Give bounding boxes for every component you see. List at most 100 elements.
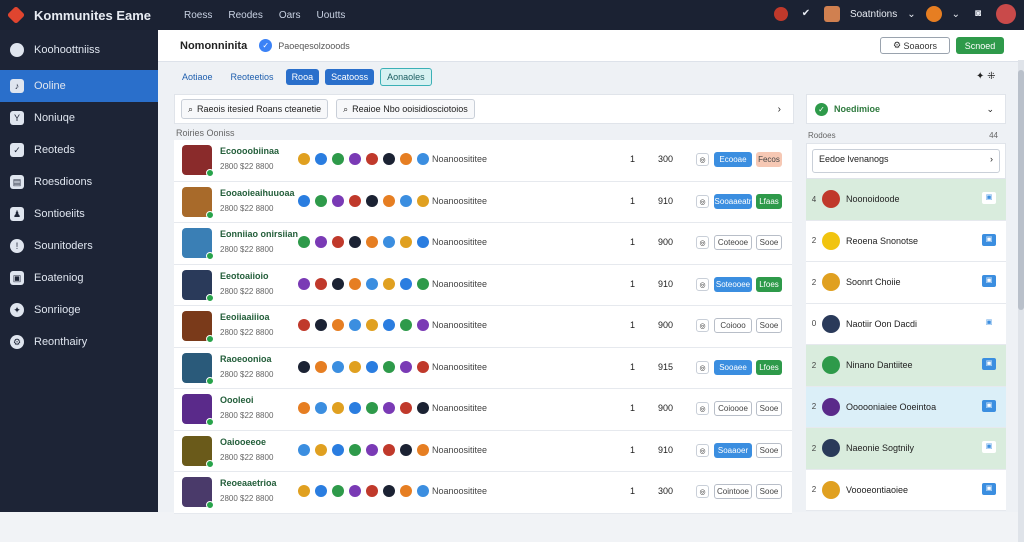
player-name[interactable]: Reoeaaetrioa: [220, 478, 277, 488]
status-icon[interactable]: ◎: [696, 319, 709, 332]
action-button[interactable]: Sooaaeatr: [714, 193, 752, 209]
avatar[interactable]: [182, 352, 214, 385]
secondary-button[interactable]: Sooe: [756, 401, 782, 416]
bird-icon[interactable]: ✔: [798, 6, 814, 22]
secondary-button[interactable]: Sooe: [756, 484, 782, 499]
tab[interactable]: Reoteetios: [225, 69, 280, 85]
action-button[interactable]: Sooaee: [714, 359, 752, 375]
profile-avatar[interactable]: [996, 4, 1016, 24]
action-button[interactable]: Coioooe: [714, 401, 752, 416]
avatar[interactable]: [182, 145, 214, 178]
table-row[interactable]: Oooleoi 2800 $22 8800 Noanoosititee 1 90…: [174, 389, 792, 431]
chevron-right-icon[interactable]: ›: [778, 104, 781, 115]
sidebar-item[interactable]: ✦ Sonriioge: [0, 294, 158, 326]
leaderboard-item[interactable]: 2 Voooeontiaoiee ▣: [806, 469, 1006, 511]
leaderboard-item[interactable]: 4 Noonoidoode ▣: [806, 179, 1006, 221]
avatar[interactable]: [182, 269, 214, 302]
leaderboard-item[interactable]: 2 Soonrt Choiie ▣: [806, 262, 1006, 304]
player-name[interactable]: Eonniiao onirsiian: [220, 229, 298, 239]
pin-icon[interactable]: ✦ ⁜: [976, 71, 996, 82]
status-icon[interactable]: ◎: [696, 194, 709, 208]
player-name[interactable]: Eeoiiaaiiioa: [220, 312, 270, 322]
avatar[interactable]: [182, 186, 214, 219]
secondary-button[interactable]: Sooe: [756, 442, 782, 458]
player-name[interactable]: Raoeoonioa: [220, 354, 272, 364]
sidebar-item[interactable]: ⚙ Reonthairy: [0, 326, 158, 358]
player-name[interactable]: Ecoooobiinaa: [220, 146, 279, 156]
status-icon[interactable]: ◎: [696, 485, 709, 498]
leaderboard-item[interactable]: 0 Naotiir Oon Dacdi ▣: [806, 303, 1006, 345]
status-icon[interactable]: ◎: [696, 277, 709, 291]
player-name[interactable]: Oaiooeeoe: [220, 437, 266, 447]
player-name[interactable]: Eeotoaiioio: [220, 271, 269, 281]
avatar[interactable]: [182, 311, 214, 344]
sidebar-item-online[interactable]: ♪ Ooline: [0, 70, 158, 102]
table-row[interactable]: Eeotoaiioio 2800 $22 8800 Noanoosititee …: [174, 264, 792, 306]
tab[interactable]: Rooa: [285, 69, 320, 85]
flag-icon[interactable]: [773, 7, 788, 21]
table-row[interactable]: Raoeoonioa 2800 $22 8800 Noanoosititee 1…: [174, 347, 792, 389]
scrollbar-thumb[interactable]: [1018, 70, 1024, 310]
action-button[interactable]: Ecooae: [714, 152, 752, 167]
right-search-input[interactable]: Eedoe lvenanogs ›: [812, 149, 1000, 173]
player-name[interactable]: Eooaoieaihuuoaa: [220, 188, 295, 198]
top-nav-item[interactable]: Reodes: [228, 10, 262, 21]
search-input[interactable]: ⌕ Raeois itesied Roans cteanetie: [181, 99, 329, 119]
secondary-button[interactable]: Fecos: [756, 152, 782, 167]
tab[interactable]: Scatooss: [325, 69, 375, 85]
tab-active[interactable]: Aonaoles: [380, 68, 432, 86]
leaderboard-item[interactable]: 2 Reoena Snonotse ▣: [806, 220, 1006, 262]
filter-input[interactable]: ⌕ Reaioe Nbo ooisidiosciotoios: [336, 99, 475, 119]
secondary-button[interactable]: Lfoes: [756, 276, 782, 292]
table-row[interactable]: Eeoiiaaiiioa 2800 $22 8800 Noanoosititee…: [174, 306, 792, 348]
sidebar-item[interactable]: ✓ Reoteds: [0, 134, 158, 166]
sidebar-item[interactable]: ! Sounitoders: [0, 230, 158, 262]
status-icon[interactable]: ◎: [696, 236, 709, 249]
secondary-button[interactable]: Sooe: [756, 235, 782, 250]
sidebar-item[interactable]: ▣ Eoateniog: [0, 262, 158, 294]
avatar[interactable]: [182, 435, 214, 468]
status-icon[interactable]: ◎: [696, 443, 709, 457]
status-icon[interactable]: ◎: [696, 402, 709, 415]
header-secondary-button[interactable]: ⚙ Soaoors: [880, 37, 950, 54]
avatar[interactable]: [182, 477, 214, 510]
chevron-down-icon[interactable]: ⌄: [986, 104, 994, 115]
sidebar-item[interactable]: ▤ Roesdioons: [0, 166, 158, 198]
action-button[interactable]: Cointooe: [714, 484, 752, 499]
player-name[interactable]: Oooleoi: [220, 395, 254, 405]
secondary-button[interactable]: Lfoes: [756, 359, 782, 375]
top-nav-item[interactable]: Oars: [279, 10, 301, 21]
controller-icon[interactable]: ◙: [970, 6, 986, 22]
table-row[interactable]: Eonniiao onirsiian 2800 $22 8800 Noanoos…: [174, 223, 792, 265]
chevron-down-icon[interactable]: ⌄: [907, 9, 915, 20]
top-nav-item[interactable]: Roess: [184, 10, 212, 21]
status-icon[interactable]: ◎: [696, 360, 709, 374]
action-button[interactable]: Soaaoer: [714, 442, 752, 458]
table-row[interactable]: Reoeaaetrioa 2800 $22 8800 Noanoosititee…: [174, 472, 792, 514]
table-row[interactable]: Ecoooobiinaa 2800 $22 8800 Noanoosititee…: [174, 140, 792, 182]
tab[interactable]: Aotiaoe: [176, 69, 219, 85]
avatar[interactable]: [182, 228, 214, 261]
user-label[interactable]: Soatntions: [850, 9, 897, 20]
status-icon[interactable]: ◎: [696, 153, 709, 166]
table-row[interactable]: Oaiooeeoe 2800 $22 8800 Noanoosititee 1 …: [174, 430, 792, 472]
avatar[interactable]: [823, 6, 840, 22]
header-primary-button[interactable]: Scnoed: [956, 37, 1004, 54]
right-panel-header[interactable]: ✓ Noedimioe ⌄: [806, 94, 1006, 124]
chevron-down-icon[interactable]: ⌄: [952, 9, 960, 20]
scrollbar[interactable]: [1018, 60, 1024, 542]
sidebar-header[interactable]: Koohoottniiss: [0, 30, 158, 70]
action-button[interactable]: Soteooee: [714, 276, 752, 292]
leaderboard-item[interactable]: 2 Ninano Dantiitee ▣: [806, 345, 1006, 387]
table-row[interactable]: Eooaoieaihuuoaa 2800 $22 8800 Noanoositi…: [174, 181, 792, 223]
leaderboard-item[interactable]: 2 Oooooniaiee Ooeintoa ▣: [806, 386, 1006, 428]
action-button[interactable]: Coiooo: [714, 318, 752, 333]
sidebar-item[interactable]: ♟ Sontioeiits: [0, 198, 158, 230]
action-button[interactable]: Coteooe: [714, 235, 752, 250]
sidebar-item[interactable]: Y Noniuqe: [0, 102, 158, 134]
secondary-button[interactable]: Lfaas: [756, 193, 782, 209]
avatar[interactable]: [182, 394, 214, 427]
coin-icon[interactable]: [925, 6, 942, 22]
secondary-button[interactable]: Sooe: [756, 318, 782, 333]
leaderboard-item[interactable]: 2 Naeonie Sogtnily ▣: [806, 428, 1006, 470]
